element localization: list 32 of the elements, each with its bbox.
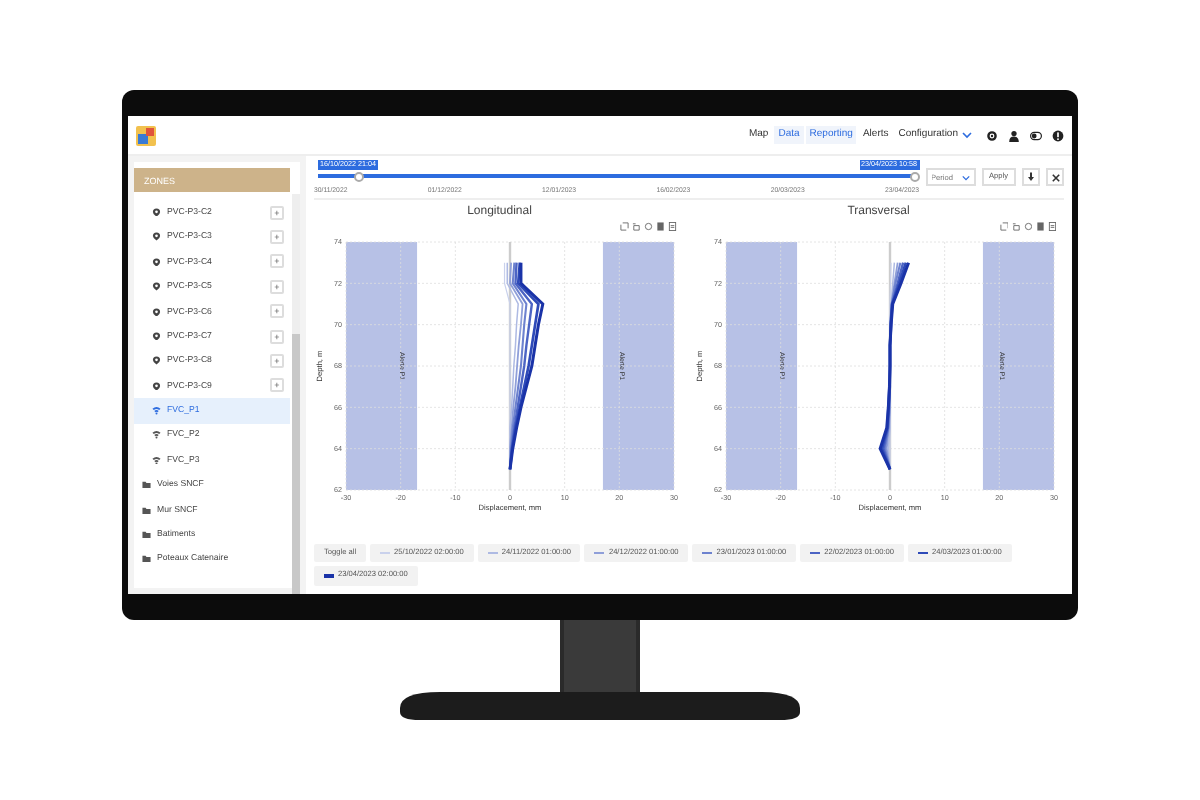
slider-handle[interactable]	[354, 172, 364, 182]
scrollbar[interactable]	[292, 194, 300, 588]
pin-icon	[152, 257, 161, 267]
settings-icon[interactable]	[986, 129, 998, 141]
folder-icon	[142, 505, 151, 515]
document-icon[interactable]	[1047, 222, 1056, 231]
folder-icon	[142, 480, 151, 490]
pin-icon	[152, 381, 161, 391]
folder-icon	[142, 530, 151, 540]
refresh-icon[interactable]	[1023, 222, 1032, 231]
logo-icon	[136, 125, 156, 145]
help-icon[interactable]	[1052, 129, 1064, 141]
document-icon[interactable]	[668, 222, 677, 231]
download-button[interactable]	[1022, 168, 1040, 186]
pin-icon	[152, 207, 161, 217]
signal-icon	[152, 455, 161, 465]
signal-icon	[152, 430, 161, 440]
folder-icon	[142, 554, 151, 564]
pin-icon	[152, 331, 161, 341]
caret-icon	[962, 130, 972, 140]
pin-icon	[152, 282, 161, 292]
signal-icon	[152, 406, 161, 416]
close-icon	[1051, 173, 1059, 181]
slider-handle[interactable]	[909, 172, 919, 182]
refresh-icon[interactable]	[644, 222, 653, 231]
close-button[interactable]	[1046, 168, 1064, 186]
toggle-icon[interactable]	[1030, 129, 1042, 141]
pin-icon	[152, 356, 161, 366]
pin-icon	[152, 307, 161, 316]
download-icon	[1026, 172, 1036, 182]
pin-icon	[152, 232, 161, 242]
user-icon[interactable]	[1008, 129, 1020, 141]
